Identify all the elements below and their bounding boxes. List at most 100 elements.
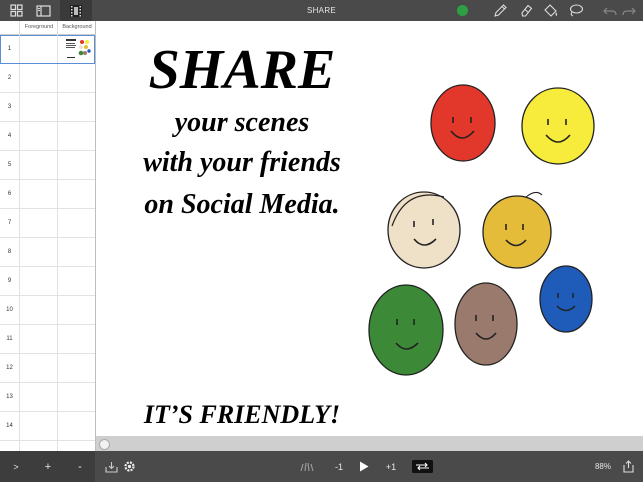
sheet-rows: 123456789101112131415 xyxy=(0,35,95,470)
row-number: 6 xyxy=(7,191,12,197)
slide-line-1: your scenes xyxy=(174,107,310,138)
row-number: 8 xyxy=(7,249,12,255)
gear-icon[interactable] xyxy=(120,451,138,482)
step-forward-button[interactable]: +1 xyxy=(381,451,401,482)
foreground-column-header: Foreground xyxy=(19,21,58,35)
zoom-level: 88% xyxy=(594,462,611,471)
row-number: 3 xyxy=(7,104,12,110)
sheet-row[interactable]: 10 xyxy=(0,296,95,325)
background-cell[interactable] xyxy=(57,354,96,382)
paint-bucket-icon[interactable] xyxy=(541,0,561,21)
timeline-scrubber[interactable] xyxy=(96,436,643,451)
background-cell[interactable] xyxy=(57,122,96,150)
background-cell[interactable] xyxy=(57,238,96,266)
foreground-cell[interactable] xyxy=(19,296,57,324)
lasso-icon[interactable] xyxy=(566,0,586,21)
grid-icon[interactable] xyxy=(6,0,26,21)
sheet-row[interactable]: 4 xyxy=(0,122,95,151)
background-cell[interactable] xyxy=(57,180,96,208)
background-cell[interactable] xyxy=(57,151,96,179)
sheet-row[interactable]: 9 xyxy=(0,267,95,296)
row-number: 9 xyxy=(7,278,12,284)
film-icon[interactable] xyxy=(60,0,92,21)
foreground-cell[interactable] xyxy=(19,151,57,179)
row-number: 13 xyxy=(6,394,13,400)
sheet-row[interactable]: 5 xyxy=(0,151,95,180)
remove-row-button[interactable]: - xyxy=(72,451,88,482)
background-column-header: Background xyxy=(57,21,96,35)
playhead-handle[interactable] xyxy=(99,439,110,450)
background-cell[interactable] xyxy=(57,35,96,63)
sheet-row[interactable]: 6 xyxy=(0,180,95,209)
foreground-cell[interactable] xyxy=(19,238,57,266)
foreground-cell[interactable] xyxy=(19,209,57,237)
face-blue xyxy=(539,265,593,333)
foreground-cell[interactable] xyxy=(19,64,57,92)
expand-button[interactable]: > xyxy=(8,451,24,482)
background-cell[interactable] xyxy=(57,325,96,353)
sheet-row[interactable]: 2 xyxy=(0,64,95,93)
sheet-row[interactable]: 8 xyxy=(0,238,95,267)
slide-line-2: with your friends xyxy=(143,147,341,178)
row-number: 10 xyxy=(6,307,13,313)
sheet-row[interactable]: 13 xyxy=(0,383,95,412)
row-number-header xyxy=(0,21,19,35)
face-gold xyxy=(482,191,552,269)
row-number: 5 xyxy=(7,162,12,168)
background-thumbnail xyxy=(64,37,92,60)
sidebar-icon[interactable] xyxy=(33,0,53,21)
sheet-row[interactable]: 7 xyxy=(0,209,95,238)
background-cell[interactable] xyxy=(57,267,96,295)
record-dot-icon[interactable] xyxy=(454,0,470,21)
drawing-canvas[interactable]: SHARE your scenes with your friends on S… xyxy=(96,21,643,436)
foreground-cell[interactable] xyxy=(19,180,57,208)
row-number: 4 xyxy=(7,133,12,139)
onion-skin-icon[interactable] xyxy=(298,451,316,482)
slide-line-3: on Social Media. xyxy=(144,189,340,220)
foreground-cell[interactable] xyxy=(19,35,57,63)
sheet-row[interactable]: 11 xyxy=(0,325,95,354)
foreground-cell[interactable] xyxy=(19,354,57,382)
loop-icon[interactable] xyxy=(411,451,433,482)
face-green xyxy=(368,284,444,376)
slide-footer: IT’S FRIENDLY! xyxy=(143,400,341,429)
background-cell[interactable] xyxy=(57,209,96,237)
background-cell[interactable] xyxy=(57,64,96,92)
foreground-cell[interactable] xyxy=(19,267,57,295)
slide-headline: SHARE xyxy=(148,39,336,101)
row-number: 2 xyxy=(7,75,12,81)
background-cell[interactable] xyxy=(57,383,96,411)
face-cream xyxy=(387,191,461,269)
play-icon[interactable] xyxy=(356,451,372,482)
foreground-cell[interactable] xyxy=(19,93,57,121)
sheet-row[interactable]: 1 xyxy=(0,35,95,64)
foreground-cell[interactable] xyxy=(19,412,57,440)
row-number: 7 xyxy=(7,220,12,226)
face-brown xyxy=(454,282,518,366)
redo-icon[interactable] xyxy=(620,0,638,21)
pencil-icon[interactable] xyxy=(490,0,510,21)
row-number: 12 xyxy=(6,365,13,371)
face-red xyxy=(430,84,496,162)
undo-icon[interactable] xyxy=(601,0,619,21)
eraser-icon[interactable] xyxy=(516,0,536,21)
background-cell[interactable] xyxy=(57,296,96,324)
foreground-cell[interactable] xyxy=(19,325,57,353)
top-toolbar: SHARE xyxy=(0,0,643,21)
background-cell[interactable] xyxy=(57,93,96,121)
add-row-button[interactable]: + xyxy=(40,451,56,482)
step-back-button[interactable]: -1 xyxy=(330,451,348,482)
background-cell[interactable] xyxy=(57,412,96,440)
foreground-cell[interactable] xyxy=(19,122,57,150)
sheet-row[interactable]: 3 xyxy=(0,93,95,122)
row-number: 14 xyxy=(6,423,13,429)
row-number: 11 xyxy=(6,336,13,342)
foreground-cell[interactable] xyxy=(19,383,57,411)
sheet-row[interactable]: 12 xyxy=(0,354,95,383)
sheet-row[interactable]: 14 xyxy=(0,412,95,441)
face-yellow xyxy=(521,87,595,165)
bottom-toolbar: > + - -1 +1 88% xyxy=(0,451,643,482)
share-icon[interactable] xyxy=(620,451,636,482)
row-number: 1 xyxy=(7,46,12,52)
import-icon[interactable] xyxy=(102,451,120,482)
